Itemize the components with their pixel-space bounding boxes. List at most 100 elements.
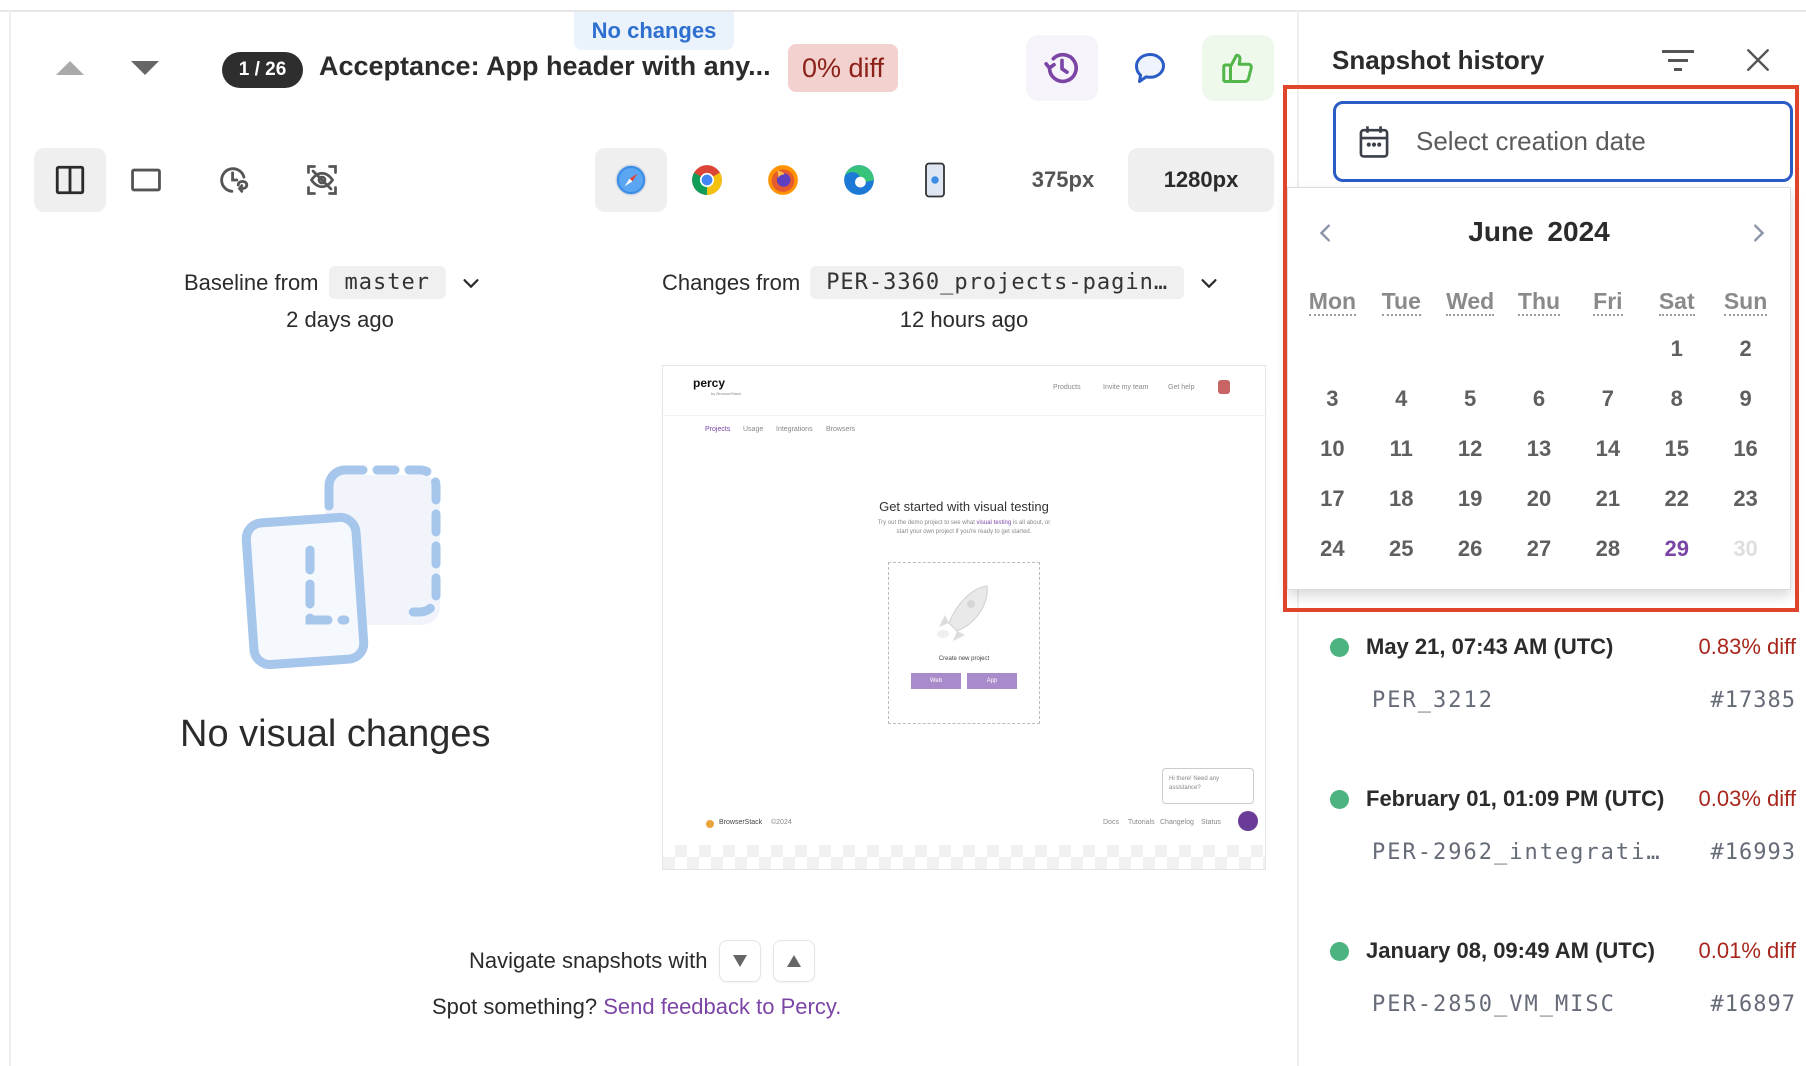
browser-mobile-safari-button[interactable] [899, 148, 971, 212]
snapshot-preview-image[interactable]: percy by BrowserStack Products Invite my… [662, 365, 1266, 870]
history-button[interactable] [1026, 35, 1098, 101]
weekday-label: Thu [1517, 288, 1561, 316]
browser-firefox-button[interactable] [747, 148, 819, 212]
calendar-day[interactable]: 18 [1367, 474, 1436, 524]
baseline-branch-dropdown[interactable] [460, 272, 482, 294]
preview-tab-integrations: Integrations [776, 426, 813, 433]
preview-tab-usage: Usage [743, 426, 764, 433]
calendar-day[interactable]: 14 [1573, 424, 1642, 474]
calendar-day[interactable]: 26 [1436, 524, 1505, 574]
preview-footer-brand: BrowserStack [719, 819, 763, 826]
preview-link-help: Get help [1168, 384, 1195, 391]
preview-header: percy by BrowserStack Products Invite my… [663, 366, 1265, 416]
preview-footer-status: Status [1201, 819, 1221, 826]
calendar-day[interactable]: 9 [1711, 374, 1780, 424]
single-view-button[interactable] [110, 148, 182, 212]
calendar-day-today[interactable]: 29 [1642, 524, 1711, 574]
no-visual-changes-message: No visual changes [180, 713, 491, 755]
calendar-day[interactable]: 8 [1642, 374, 1711, 424]
chevron-right-icon [1754, 224, 1765, 242]
history-item[interactable]: January 08, 09:49 AM (UTC) 0.01% diff PE… [1330, 938, 1796, 1017]
preview-footer-docs: Docs [1103, 819, 1119, 826]
calendar-month: June [1468, 216, 1534, 247]
calendar-day[interactable]: 2 [1711, 324, 1780, 374]
calendar-day[interactable]: 20 [1505, 474, 1574, 524]
calendar-day[interactable]: 24 [1298, 524, 1367, 574]
calendar-day[interactable]: 3 [1298, 374, 1367, 424]
calendar-icon [1359, 125, 1389, 158]
calendar-day[interactable]: 19 [1436, 474, 1505, 524]
edge-icon [844, 165, 874, 195]
calendar-day[interactable]: 1 [1642, 324, 1711, 374]
filter-icon [1662, 50, 1694, 71]
width-375-label: 375px [1031, 167, 1095, 192]
browser-safari-button[interactable] [595, 148, 667, 212]
calendar-day[interactable]: 16 [1711, 424, 1780, 474]
calendar-day[interactable]: 12 [1436, 424, 1505, 474]
thumbs-up-icon [1222, 53, 1253, 83]
calendar-empty-cell [1298, 324, 1367, 374]
preview-link-invite: Invite my team [1103, 384, 1149, 391]
calendar-day[interactable]: 13 [1505, 424, 1574, 474]
status-dot [1330, 941, 1349, 961]
calendar-day[interactable]: 5 [1436, 374, 1505, 424]
weekday-label: Wed [1446, 288, 1495, 316]
weekday-header: Mon [1298, 288, 1367, 324]
history-diff: 0.03% diff [1698, 786, 1796, 811]
weekday-header: Thu [1505, 288, 1574, 324]
send-feedback-link[interactable]: Send feedback to Percy. [603, 994, 841, 1019]
width-1280-button[interactable]: 1280px [1128, 148, 1274, 212]
snapshot-counter-badge: 1 / 26 [222, 52, 303, 88]
calendar-day[interactable]: 6 [1505, 374, 1574, 424]
browser-chrome-button[interactable] [671, 148, 743, 212]
history-item[interactable]: May 21, 07:43 AM (UTC) 0.83% diff PER_32… [1330, 634, 1796, 713]
calendar-month-year: June 2024 [1288, 216, 1790, 248]
history-build-number: #16993 [1710, 840, 1796, 865]
compare-history-button[interactable] [198, 148, 270, 212]
calendar-empty-cell [1436, 324, 1505, 374]
calendar-day[interactable]: 4 [1367, 374, 1436, 424]
calendar-day[interactable]: 10 [1298, 424, 1367, 474]
split-view-icon [55, 165, 85, 195]
calendar-day[interactable]: 7 [1573, 374, 1642, 424]
creation-date-field[interactable] [1333, 101, 1793, 182]
weekday-header: Tue [1367, 288, 1436, 324]
history-branch: PER-2850_VM_MISC [1372, 992, 1616, 1017]
changes-label: Changes from [662, 269, 801, 295]
calendar-day[interactable]: 25 [1367, 524, 1436, 574]
chrome-icon [692, 165, 722, 195]
width-375-button[interactable]: 375px [1013, 148, 1113, 212]
calendar-day[interactable]: 15 [1642, 424, 1711, 474]
arrow-down-icon [733, 955, 748, 967]
next-snapshot-button[interactable] [125, 48, 165, 88]
creation-date-input[interactable] [1416, 126, 1776, 157]
hide-regions-button[interactable] [286, 148, 358, 212]
key-down-hint [719, 940, 762, 982]
calendar-day[interactable]: 17 [1298, 474, 1367, 524]
preview-footer-copy: ©2024 [771, 819, 792, 826]
feedback-prefix: Spot something? [432, 994, 598, 1019]
side-by-side-view-button[interactable] [34, 148, 106, 212]
calendar-day[interactable]: 23 [1711, 474, 1780, 524]
filter-button[interactable] [1660, 42, 1696, 78]
weekday-header: Sat [1642, 288, 1711, 324]
calendar-day[interactable]: 28 [1573, 524, 1642, 574]
preview-heading: Get started with visual testing [879, 499, 1049, 514]
next-month-button[interactable] [1743, 218, 1773, 248]
navigate-hint-label: Navigate snapshots with [469, 948, 708, 973]
clock-refresh-icon [220, 167, 249, 193]
comment-button[interactable] [1114, 35, 1186, 101]
calendar-empty-cell [1367, 324, 1436, 374]
calendar-day[interactable]: 22 [1642, 474, 1711, 524]
history-item[interactable]: February 01, 01:09 PM (UTC) 0.03% diff P… [1330, 786, 1796, 865]
approve-button[interactable] [1202, 35, 1274, 101]
calendar-day[interactable]: 21 [1573, 474, 1642, 524]
calendar-day[interactable]: 11 [1367, 424, 1436, 474]
calendar-day[interactable]: 27 [1505, 524, 1574, 574]
browser-edge-button[interactable] [823, 148, 895, 212]
close-panel-button[interactable] [1740, 42, 1776, 78]
previous-snapshot-button[interactable] [50, 48, 90, 88]
preview-app-button: App [967, 673, 1017, 689]
history-date: January 08, 09:49 AM (UTC) [1366, 938, 1655, 963]
changes-branch-dropdown[interactable] [1198, 272, 1220, 294]
